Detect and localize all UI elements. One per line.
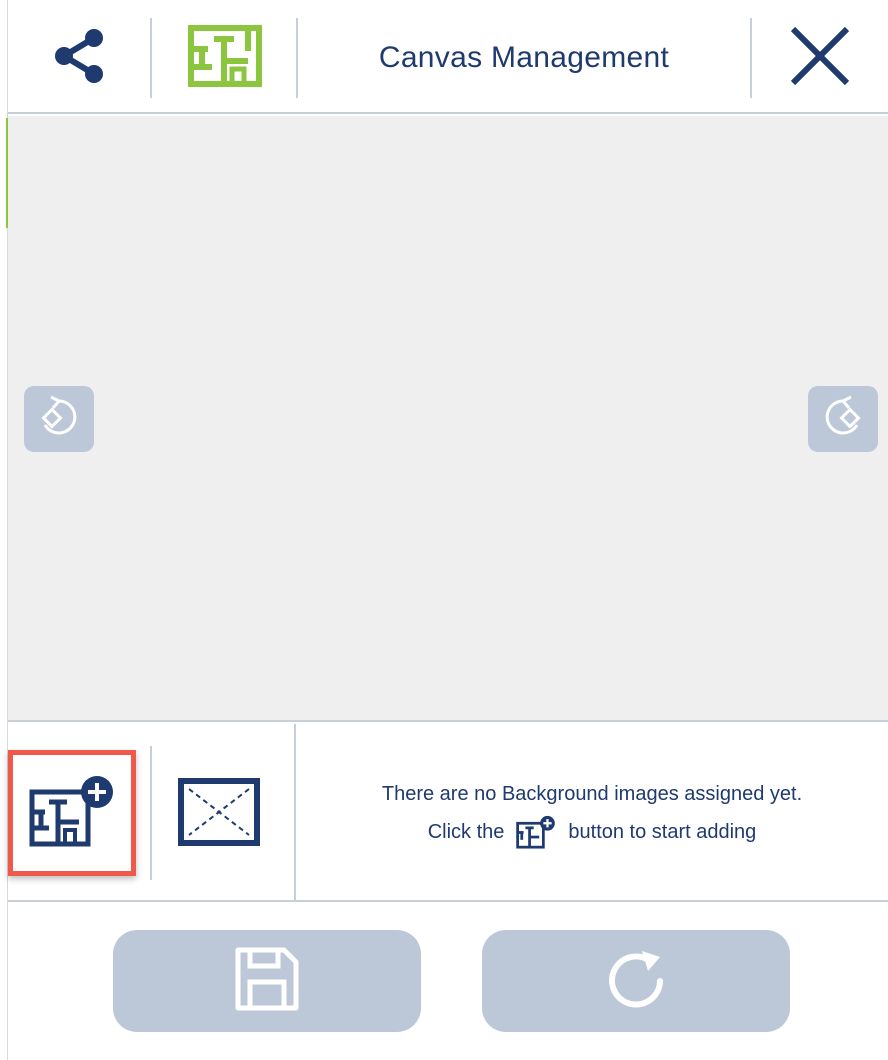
canvas-management-panel: Canvas Management There are no Backgroun… bbox=[8, 0, 888, 1060]
close-button[interactable] bbox=[752, 18, 888, 98]
page-title: Canvas Management bbox=[378, 41, 670, 74]
rotate-left-button[interactable] bbox=[24, 386, 94, 452]
panel-header: Canvas Management bbox=[8, 0, 888, 114]
background-toolbar: There are no Background images assigned … bbox=[8, 724, 888, 902]
rotate-left-icon bbox=[37, 395, 81, 444]
save-button[interactable] bbox=[113, 930, 421, 1032]
empty-message-line1: There are no Background images assigned … bbox=[381, 783, 803, 805]
rotate-right-icon bbox=[821, 395, 865, 444]
toolbar-divider bbox=[150, 746, 152, 880]
empty-message-suffix: button to start adding bbox=[568, 821, 757, 843]
canvas-viewport[interactable] bbox=[8, 116, 888, 722]
left-edge-strip bbox=[0, 0, 8, 1060]
reset-icon bbox=[604, 947, 668, 1016]
empty-state-message: There are no Background images assigned … bbox=[296, 724, 888, 902]
header-divider bbox=[150, 18, 152, 98]
add-background-icon bbox=[29, 774, 115, 853]
floorplan-icon bbox=[188, 24, 262, 92]
add-background-button[interactable] bbox=[8, 750, 136, 876]
empty-message-prefix: Click the bbox=[427, 821, 505, 843]
remove-background-button[interactable] bbox=[164, 754, 274, 874]
rotate-right-button[interactable] bbox=[808, 386, 878, 452]
add-background-inline-icon bbox=[514, 815, 558, 849]
share-button[interactable] bbox=[8, 18, 152, 98]
empty-message-line2: Click the button to start adding bbox=[427, 813, 757, 851]
remove-background-icon bbox=[177, 777, 261, 852]
canvas-button[interactable] bbox=[154, 18, 296, 98]
save-icon bbox=[232, 944, 302, 1019]
close-icon bbox=[789, 25, 851, 92]
share-icon bbox=[48, 24, 112, 93]
reset-button[interactable] bbox=[482, 930, 790, 1032]
